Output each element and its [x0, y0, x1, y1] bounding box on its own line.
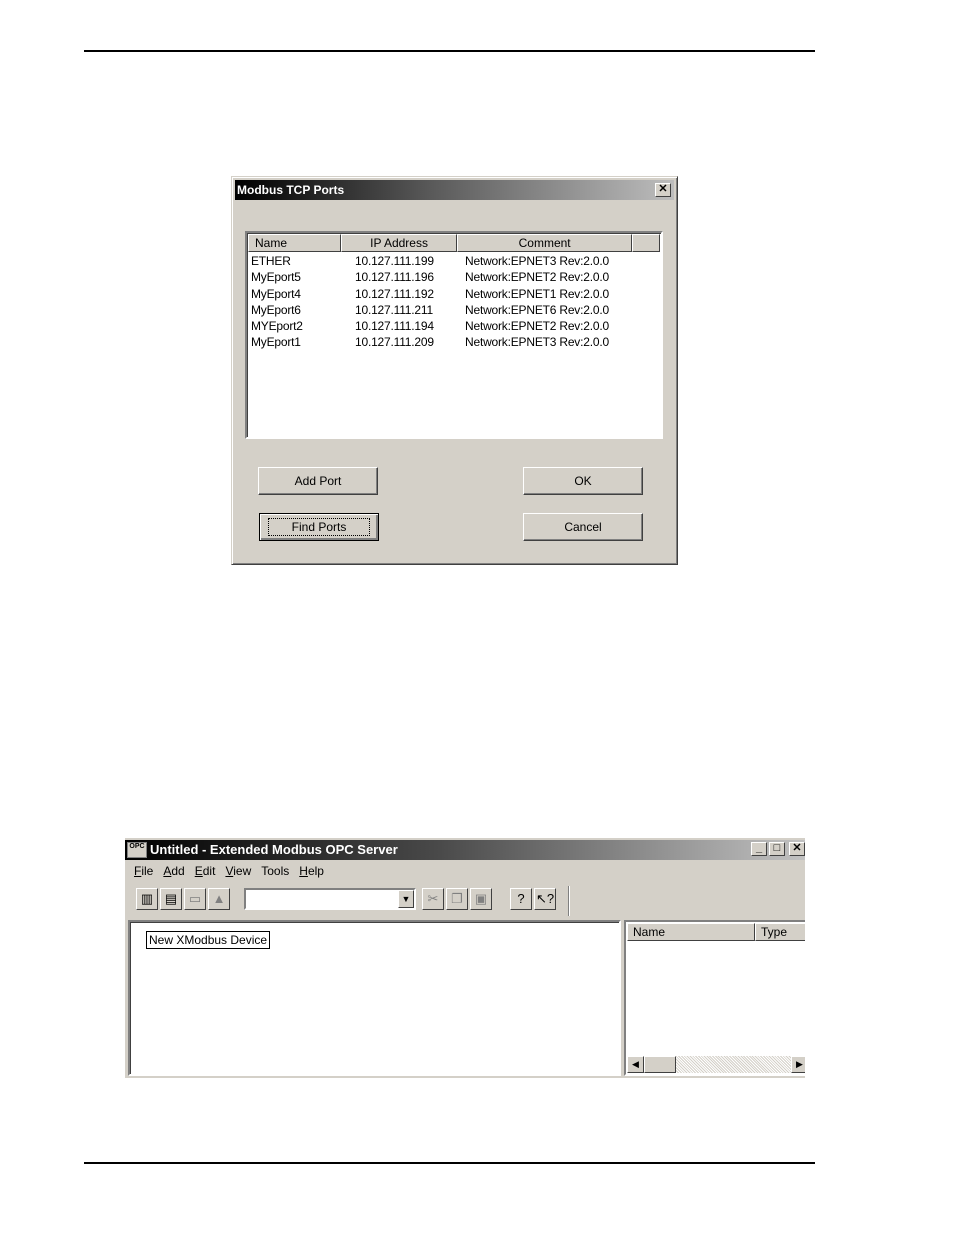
menu-edit[interactable]: Edit: [194, 862, 223, 880]
ok-label: OK: [574, 474, 592, 488]
maximize-icon[interactable]: □: [769, 842, 785, 856]
toolbar: ▥ ▤ ▭ ▲ ▼ ✂ ❐ ▣ ? ↖?: [130, 886, 570, 916]
port-name: MyEport6: [251, 302, 301, 317]
app-title: Untitled - Extended Modbus OPC Server: [150, 842, 398, 857]
item-list-header: Name Type: [627, 923, 805, 941]
new-device-icon[interactable]: ▤: [160, 888, 182, 910]
find-ports-label: Find Ports: [267, 518, 371, 536]
menu-edit-label: dit: [202, 864, 216, 878]
menu-file-label: ile: [141, 864, 154, 878]
opc-app-icon[interactable]: OPC: [127, 842, 147, 858]
new-server-icon[interactable]: ▥: [136, 888, 158, 910]
menu-bar: File Add Edit View Tools Help: [133, 862, 333, 880]
scroll-right-icon[interactable]: ▶: [791, 1056, 805, 1073]
port-name: ETHER: [251, 254, 291, 268]
port-comment: Network:EPNET1 Rev:2.0.0: [465, 286, 609, 301]
port-comment: Network:EPNET6 Rev:2.0.0: [465, 302, 609, 317]
port-ip: 10.127.111.211: [355, 302, 433, 317]
close-icon[interactable]: ✕: [655, 183, 671, 197]
cut-icon[interactable]: ✂: [422, 888, 444, 910]
toolbar-separator: [568, 886, 570, 916]
ports-list[interactable]: Name IP Address Comment ETHER 10.127.111…: [245, 231, 663, 439]
column-header-filler: [632, 234, 660, 252]
device-tree-pane[interactable]: New XModbus Device: [128, 920, 621, 1076]
cancel-button[interactable]: Cancel: [523, 513, 643, 541]
port-ip: 10.127.111.196: [355, 270, 434, 285]
bottom-rule: [84, 1162, 815, 1164]
ports-list-rows: ETHER 10.127.111.199 Network:EPNET3 Rev:…: [251, 253, 659, 351]
port-ip: 10.127.111.199: [355, 254, 434, 268]
menu-help-label: elp: [307, 864, 324, 878]
table-row[interactable]: MYEport2 10.127.111.194 Network:EPNET2 R…: [251, 318, 659, 334]
port-comment: Network:EPNET3 Rev:2.0.0: [465, 335, 609, 350]
opc-server-window: OPC Untitled - Extended Modbus OPC Serve…: [124, 838, 805, 1078]
port-ip: 10.127.111.194: [355, 319, 434, 334]
find-ports-button[interactable]: Find Ports: [259, 513, 379, 541]
port-comment: Network:EPNET2 Rev:2.0.0: [465, 270, 609, 285]
menu-file[interactable]: File: [133, 862, 160, 880]
menu-help-accelerator: H: [299, 864, 308, 878]
top-rule: [84, 50, 815, 52]
horizontal-scrollbar[interactable]: ◀ ▶: [627, 1056, 805, 1073]
add-port-button[interactable]: Add Port: [258, 467, 378, 495]
port-name: MyEport4: [251, 286, 301, 301]
table-row[interactable]: MyEport1 10.127.111.209 Network:EPNET3 R…: [251, 334, 659, 350]
table-row[interactable]: MyEport5 10.127.111.196 Network:EPNET2 R…: [251, 269, 659, 285]
dialog-title: Modbus TCP Ports: [237, 183, 345, 197]
modbus-tcp-ports-dialog: Modbus TCP Ports ✕ Name IP Address Comme…: [231, 176, 678, 565]
port-ip: 10.127.111.209: [355, 335, 434, 350]
ports-list-header: Name IP Address Comment: [248, 234, 660, 252]
table-row[interactable]: MyEport6 10.127.111.211 Network:EPNET6 R…: [251, 302, 659, 318]
scroll-thumb[interactable]: [644, 1056, 676, 1073]
table-row[interactable]: ETHER 10.127.111.199 Network:EPNET3 Rev:…: [251, 253, 659, 269]
port-name: MyEport5: [251, 270, 301, 285]
menu-view-label: iew: [233, 864, 252, 878]
port-ip: 10.127.111.192: [355, 286, 434, 301]
port-name: MYEport2: [251, 319, 303, 334]
new-item-icon[interactable]: ▲: [208, 888, 230, 910]
copy-icon[interactable]: ❐: [446, 888, 468, 910]
help-icon[interactable]: ?: [510, 888, 532, 910]
column-header-name[interactable]: Name: [248, 234, 342, 252]
context-help-icon[interactable]: ↖?: [534, 888, 556, 910]
port-comment: Network:EPNET3 Rev:2.0.0: [465, 254, 609, 268]
menu-tools-label: Tools: [261, 864, 290, 878]
window-close-icon[interactable]: ✕: [789, 842, 805, 856]
cancel-label: Cancel: [564, 520, 602, 534]
menu-add-label: dd: [171, 864, 185, 878]
app-titlebar: OPC Untitled - Extended Modbus OPC Serve…: [125, 840, 805, 860]
column-header-ip-address[interactable]: IP Address: [341, 234, 457, 252]
add-port-label: Add Port: [294, 474, 342, 488]
column-header-item-name[interactable]: Name: [627, 923, 755, 941]
column-header-comment[interactable]: Comment: [457, 234, 633, 252]
menu-tools[interactable]: Tools: [260, 862, 296, 880]
tree-item-new-device[interactable]: New XModbus Device: [146, 931, 271, 949]
table-row[interactable]: MyEport4 10.127.111.192 Network:EPNET1 R…: [251, 286, 659, 302]
port-comment: Network:EPNET2 Rev:2.0.0: [465, 319, 609, 334]
ok-button[interactable]: OK: [523, 467, 643, 495]
menu-edit-accelerator: E: [194, 864, 203, 878]
scroll-left-icon[interactable]: ◀: [627, 1056, 644, 1073]
menu-view[interactable]: View: [224, 862, 258, 880]
device-combo[interactable]: ▼: [244, 888, 416, 910]
menu-help[interactable]: Help: [298, 862, 331, 880]
paste-icon[interactable]: ▣: [470, 888, 492, 910]
new-group-icon[interactable]: ▭: [184, 888, 206, 910]
chevron-down-icon[interactable]: ▼: [398, 890, 414, 908]
item-list-pane[interactable]: Name Type ◀ ▶: [624, 920, 805, 1076]
dialog-titlebar: Modbus TCP Ports ✕: [235, 180, 674, 200]
port-name: MyEport1: [251, 335, 301, 350]
column-header-item-type[interactable]: Type: [755, 923, 805, 941]
menu-add[interactable]: Add: [162, 862, 191, 880]
minimize-icon[interactable]: _: [751, 842, 767, 856]
